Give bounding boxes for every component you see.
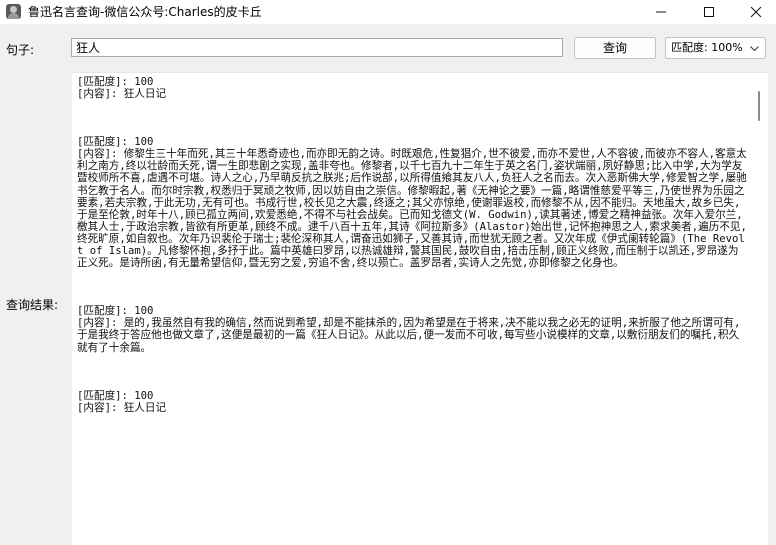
- result-label: 查询结果:: [6, 298, 59, 312]
- result-entry: [匹配度]: 100 [内容]: 是的,我虽然自有我的确信,然而说到希望,却是不…: [77, 305, 747, 353]
- maximize-icon: [704, 7, 714, 17]
- close-button[interactable]: [733, 0, 776, 24]
- result-textbox[interactable]: [匹配度]: 100 [内容]: 狂人日记 [匹配度]: 100 [内容]: 修…: [72, 72, 768, 545]
- sentence-label: 句子:: [6, 43, 35, 57]
- sentence-input[interactable]: 狂人: [71, 38, 563, 57]
- result-entry: [匹配度]: 100 [内容]: 狂人日记: [77, 76, 747, 100]
- entry-separator: [77, 354, 747, 390]
- result-text: [内容]: 狂人日记: [77, 88, 167, 101]
- result-match: [匹配度]: 100: [77, 76, 154, 88]
- result-match: [匹配度]: 100: [77, 389, 154, 402]
- scrollbar-thumb[interactable]: [758, 91, 760, 121]
- close-icon: [750, 6, 762, 18]
- result-scrollbar[interactable]: [752, 73, 768, 544]
- minimize-button[interactable]: [638, 0, 684, 24]
- entry-separator: [77, 269, 747, 305]
- result-text: [内容]: 修黎生三十年而死,其三十年悉奇迹也,而亦即无韵之诗。时既艰危,性复猖…: [77, 148, 747, 270]
- match-degree-value: 匹配度: 100%: [671, 41, 743, 54]
- result-text: [内容]: 狂人日记: [77, 401, 167, 414]
- maximize-button[interactable]: [686, 0, 732, 24]
- entry-separator: [77, 100, 747, 136]
- query-button[interactable]: 查询: [574, 37, 656, 59]
- result-content: [匹配度]: 100 [内容]: 狂人日记 [匹配度]: 100 [内容]: 修…: [77, 76, 747, 414]
- window-title: 鲁迅名言查询-微信公众号:Charles的皮卡丘: [28, 5, 262, 19]
- result-entry: [匹配度]: 100 [内容]: 修黎生三十年而死,其三十年悉奇迹也,而亦即无韵…: [77, 136, 747, 269]
- result-text: [内容]: 是的,我虽然自有我的确信,然而说到希望,却是不能抹杀的,因为希望是在…: [77, 317, 741, 354]
- chevron-down-icon: [750, 46, 759, 52]
- result-match: [匹配度]: 100: [77, 305, 154, 318]
- minimize-icon: [656, 11, 666, 13]
- result-match: [匹配度]: 100: [77, 136, 154, 149]
- result-entry: [匹配度]: 100 [内容]: 狂人日记: [77, 390, 747, 414]
- app-avatar-icon: [6, 4, 21, 19]
- title-bar: 鲁迅名言查询-微信公众号:Charles的皮卡丘: [0, 0, 776, 24]
- match-degree-select[interactable]: 匹配度: 100%: [665, 37, 766, 59]
